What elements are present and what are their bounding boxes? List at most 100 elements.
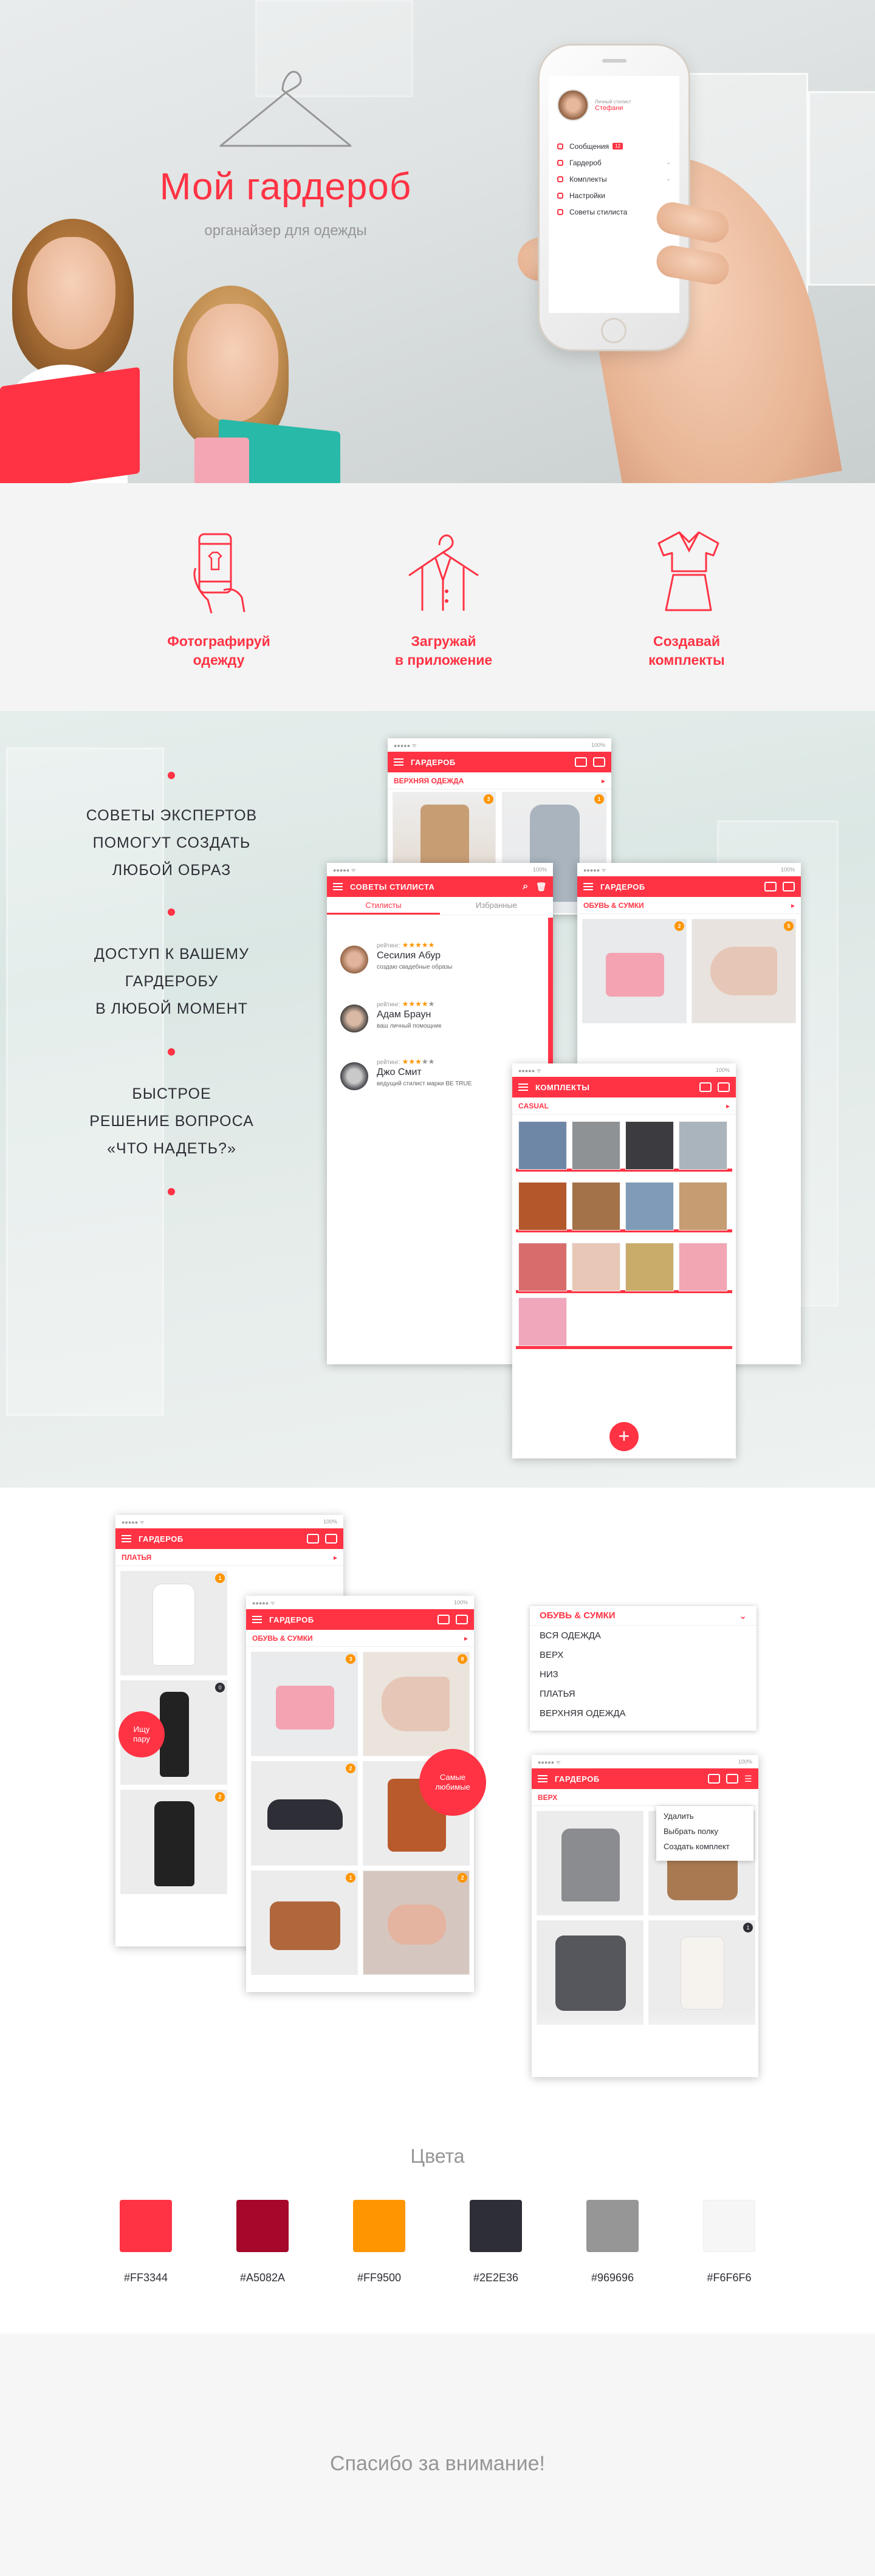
camera-icon[interactable]	[575, 757, 587, 767]
woman-face	[27, 237, 115, 349]
item-flats[interactable]	[363, 1870, 470, 1975]
menu-item-outfits[interactable]: Комплекты ⌄	[557, 171, 671, 187]
item-jeans	[625, 1182, 674, 1231]
callout-favorites: Самые любимые	[419, 1749, 486, 1816]
stylist-row[interactable]: рейтинг: ★★★★★ Сесилия Абур создаю сваде…	[340, 941, 541, 977]
category-header[interactable]: ОБУВЬ & СУМКИ ▸	[577, 897, 801, 914]
benefit-line: РЕШЕНИЕ ВОПРОСА	[89, 1113, 254, 1130]
menu-label: Сообщения	[569, 142, 609, 151]
menu-icon[interactable]	[394, 758, 403, 766]
menu-icon[interactable]	[122, 1535, 131, 1542]
context-menu-item[interactable]: Выбрать полку	[656, 1824, 753, 1839]
heels-shape	[382, 1677, 450, 1731]
item-bag[interactable]	[251, 1652, 358, 1756]
avatar[interactable]	[557, 89, 589, 121]
scan-icon[interactable]	[456, 1615, 468, 1624]
item-black-dress[interactable]	[120, 1790, 227, 1894]
scan-icon[interactable]	[726, 1774, 738, 1784]
dropdown-option[interactable]: ПЛАТЬЯ	[530, 1684, 757, 1703]
battery: 100%	[323, 1519, 337, 1525]
item-heels[interactable]	[363, 1652, 470, 1756]
tab-bar: Стилисты Избранные	[327, 897, 553, 915]
battery: 100%	[780, 867, 795, 873]
category-header[interactable]: CASUAL ▸	[512, 1097, 736, 1115]
scan-icon[interactable]	[593, 757, 605, 767]
dropdown-selected[interactable]: ОБУВЬ & СУМКИ ⌄	[530, 1606, 757, 1626]
category-header[interactable]: ОБУВЬ & СУМКИ ▸	[246, 1630, 474, 1647]
camera-icon[interactable]	[437, 1615, 450, 1624]
menu-item-wardrobe[interactable]: Гардероб ⌄	[557, 154, 671, 171]
item-count-badge: 1	[743, 1923, 753, 1932]
benefit-line: СОВЕТЫ ЭКСПЕРТОВ	[86, 807, 258, 824]
item-bag[interactable]	[582, 919, 687, 1023]
trash-icon[interactable]: 🗑	[536, 882, 547, 892]
benefit-text: СОВЕТЫ ЭКСПЕРТОВ ПОМОГУТ СОЗДАТЬ ЛЮБОЙ ОБР…	[79, 802, 264, 884]
dropdown-option[interactable]: ВЕРХ	[530, 1645, 757, 1664]
rating-label: рейтинг: ★★★★★	[377, 1057, 434, 1066]
category-label: ОБУВЬ & СУМКИ	[583, 901, 644, 910]
item-sneakers[interactable]	[251, 1761, 358, 1866]
star-rating: ★★★★★	[402, 1000, 435, 1008]
carrier: ●●●●● ᯤ	[122, 1519, 145, 1525]
filter-icon[interactable]: ☰	[744, 1774, 752, 1784]
item-tshirt[interactable]	[537, 1811, 643, 1915]
scan-icon[interactable]	[718, 1082, 730, 1092]
scan-icon[interactable]	[783, 882, 795, 891]
tab-favorites[interactable]: Избранные	[440, 897, 553, 915]
rating-label: рейтинг: ★★★★★	[377, 941, 434, 949]
item-sandals[interactable]	[251, 1870, 358, 1975]
stylist-row[interactable]: рейтинг: ★★★★★ Джо Смит ведущий стилист …	[340, 1057, 541, 1094]
scan-icon[interactable]	[325, 1534, 337, 1544]
item-white-dress[interactable]	[120, 1571, 227, 1675]
camera-icon[interactable]	[699, 1082, 712, 1092]
screen-title: ГАРДЕРОБ	[411, 757, 456, 767]
camera-icon[interactable]	[707, 1774, 720, 1784]
item-heels	[572, 1243, 620, 1291]
app-bar: СОВЕТЫ СТИЛИСТА ⌕ 🗑	[327, 876, 553, 897]
stylist-row[interactable]: рейтинг: ★★★★★ Адам Браун ваш личный пом…	[340, 1000, 541, 1036]
menu-icon[interactable]	[333, 883, 343, 890]
context-menu-item[interactable]: Удалить	[656, 1808, 753, 1824]
color-label: #FF9500	[357, 2272, 402, 2284]
tab-stylists[interactable]: Стилисты	[327, 897, 440, 915]
item-coat	[679, 1182, 727, 1231]
color-label: #A5082A	[239, 2272, 286, 2284]
item-count-badge: 1	[346, 1873, 355, 1883]
menu-label: Советы стилиста	[569, 207, 628, 216]
dropdown-option[interactable]: ВЕРХНЯЯ ОДЕЖДА	[530, 1703, 757, 1723]
chevron-down-icon: ⌄	[666, 176, 671, 182]
menu-item-stylist[interactable]: Советы стилиста	[557, 204, 671, 220]
menu-item-messages[interactable]: Сообщения 12	[557, 138, 671, 154]
menu-item-settings[interactable]: Настройки	[557, 187, 671, 204]
item-longsleeve[interactable]	[537, 1920, 643, 2025]
color-swatch-3	[470, 2200, 522, 2252]
color-swatch-2	[353, 2200, 405, 2252]
thanks-text: Спасибо за внимание!	[330, 2452, 545, 2475]
rating-caption: рейтинг:	[377, 943, 400, 949]
menu-icon[interactable]	[518, 1084, 528, 1091]
app-bar: ГАРДЕРОБ	[388, 752, 611, 772]
item-tank[interactable]	[648, 1920, 755, 2025]
camera-icon[interactable]	[307, 1534, 319, 1544]
user-name: Стефани	[595, 104, 623, 112]
category-header[interactable]: ВЕРХ	[532, 1789, 758, 1806]
dropdown-option[interactable]: НИЗ	[530, 1664, 757, 1684]
benefit-line: В ЛЮБОЙ МОМЕНТ	[95, 1000, 248, 1017]
avatar	[340, 946, 368, 974]
menu-icon[interactable]	[583, 883, 593, 890]
woman-face	[187, 304, 278, 422]
camera-icon[interactable]	[764, 882, 777, 891]
add-button[interactable]: +	[609, 1422, 639, 1451]
screen-title: ГАРДЕРОБ	[555, 1774, 600, 1784]
context-menu-item[interactable]: Создать комплект	[656, 1839, 753, 1854]
menu-icon[interactable]	[252, 1616, 262, 1623]
category-header[interactable]: ПЛАТЬЯ ▸	[115, 1549, 343, 1566]
dropdown-option[interactable]: ВСЯ ОДЕЖДА	[530, 1626, 757, 1645]
category-header[interactable]: ВЕРХНЯЯ ОДЕЖДА ▸	[388, 772, 611, 789]
item-heels[interactable]	[691, 919, 796, 1023]
stylist-desc: ваш личный помощник	[377, 1023, 442, 1029]
menu-icon[interactable]	[538, 1775, 547, 1782]
hero-section: Мой гардероб органайзер для одежды Личны…	[0, 0, 875, 483]
benefit-text: БЫСТРОЕ РЕШЕНИЕ ВОПРОСА «ЧТО НАДЕТЬ?»	[79, 1080, 264, 1163]
search-icon[interactable]: ⌕	[523, 881, 528, 892]
